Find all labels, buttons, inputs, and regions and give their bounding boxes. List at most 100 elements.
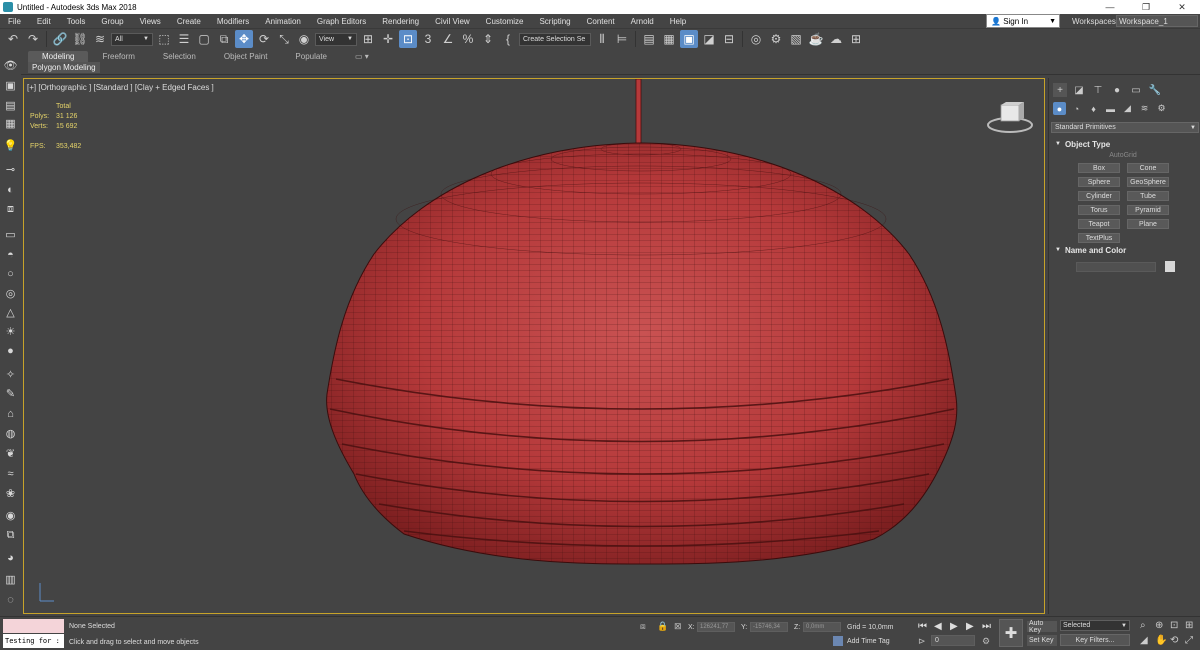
primitive-type-dropdown[interactable]: Standard Primitives ▼ xyxy=(1051,122,1199,133)
menu-create[interactable]: Create xyxy=(169,17,209,26)
maxscript-listener-input[interactable]: Testing for : xyxy=(3,634,64,648)
mirror-icon[interactable]: ⫴ xyxy=(593,30,611,48)
speaker-icon[interactable]: ◐ xyxy=(3,182,18,197)
select-by-name-icon[interactable]: ☰ xyxy=(175,30,193,48)
previous-frame-icon[interactable]: ◀ xyxy=(934,621,942,632)
layer-explorer-icon[interactable]: ▦ xyxy=(660,30,678,48)
curve-editor-icon[interactable]: ◪ xyxy=(700,30,718,48)
redo-icon[interactable]: ↷ xyxy=(24,30,42,48)
sun-icon[interactable]: ☀ xyxy=(3,324,18,339)
menu-content[interactable]: Content xyxy=(579,17,623,26)
tube-button[interactable]: Tube xyxy=(1127,191,1169,201)
box-button[interactable]: Box xyxy=(1078,163,1120,173)
zoom-extents-all-icon[interactable]: ⊞ xyxy=(1185,620,1193,631)
cameras-category-icon[interactable]: ▬ xyxy=(1104,102,1117,115)
absolute-mode-icon[interactable]: ⊠ xyxy=(674,621,682,632)
object-color-swatch[interactable] xyxy=(1165,261,1175,272)
textplus-button[interactable]: TextPlus xyxy=(1078,233,1120,243)
auto-key-button[interactable]: Auto Key xyxy=(1027,620,1057,634)
utilities-tab-icon[interactable]: 🔧 xyxy=(1148,83,1162,97)
named-selection-set-dropdown[interactable]: Create Selection Se xyxy=(519,32,591,46)
environment-sphere-icon[interactable]: ◉ xyxy=(3,508,18,523)
viewport-label[interactable]: [+] [Orthographic ] [Standard ] [Clay + … xyxy=(27,83,214,92)
document-icon[interactable]: ▤ xyxy=(3,98,18,113)
leaf-icon[interactable]: ❦ xyxy=(3,446,18,461)
shader-ball-icon[interactable]: ◕ xyxy=(3,550,18,565)
key-mode-icon[interactable]: ⊳ xyxy=(918,636,926,647)
angle-snap-icon[interactable]: ∠ xyxy=(439,30,457,48)
cloth-icon[interactable]: ≈ xyxy=(3,466,18,481)
rectangular-selection-icon[interactable]: ▢ xyxy=(195,30,213,48)
plane-button[interactable]: Plane xyxy=(1127,219,1169,229)
ribbon-tab-freeform[interactable]: Freeform xyxy=(88,51,148,62)
light-bulb-icon[interactable]: 💡 xyxy=(3,138,18,153)
hair-icon[interactable]: ❀ xyxy=(3,486,18,501)
create-tab-icon[interactable]: + xyxy=(1053,83,1067,97)
maximize-viewport-icon[interactable]: ⤢ xyxy=(1185,635,1193,646)
select-manipulate-icon[interactable]: ✛ xyxy=(379,30,397,48)
cone-button[interactable]: Cone xyxy=(1127,163,1169,173)
unlink-icon[interactable]: ⛓ xyxy=(71,30,89,48)
teapot-button[interactable]: Teapot xyxy=(1078,219,1120,229)
zoom-extents-icon[interactable]: ⊡ xyxy=(1170,620,1178,631)
workspace-select[interactable]: Workspace_1 xyxy=(1116,15,1198,27)
current-frame-field[interactable]: 0 xyxy=(931,635,975,646)
name-and-color-header[interactable]: ▼ Name and Color xyxy=(1051,244,1195,256)
grid-panel-icon[interactable]: ▦ xyxy=(3,116,18,131)
ribbon-options-icon[interactable]: ▭ ▾ xyxy=(341,51,383,62)
torus-button[interactable]: Torus xyxy=(1078,205,1120,215)
sphere-button[interactable]: Sphere xyxy=(1078,177,1120,187)
paint-icon[interactable]: ✎ xyxy=(3,386,18,401)
selection-lock-icon[interactable]: 🔒 xyxy=(657,621,668,632)
systems-category-icon[interactable]: ⚙ xyxy=(1155,102,1168,115)
menu-modifiers[interactable]: Modifiers xyxy=(209,17,257,26)
snaps-toggle-icon[interactable]: 3 xyxy=(419,30,437,48)
ribbon-tab-populate[interactable]: Populate xyxy=(281,51,341,62)
snapshot-icon[interactable]: ▣ xyxy=(3,78,18,93)
sign-in-dropdown[interactable]: 👤 Sign In ▼ xyxy=(986,14,1060,28)
menu-scripting[interactable]: Scripting xyxy=(531,17,578,26)
lights-category-icon[interactable]: ♦ xyxy=(1087,102,1100,115)
edit-named-selection-icon[interactable]: { xyxy=(499,30,517,48)
object-type-header[interactable]: ▼ Object Type xyxy=(1051,138,1195,150)
hierarchy-tab-icon[interactable]: ⊤ xyxy=(1091,83,1105,97)
zoom-all-icon[interactable]: ⊕ xyxy=(1155,620,1163,631)
menu-edit[interactable]: Edit xyxy=(29,17,59,26)
rendered-frame-window-icon[interactable]: ▧ xyxy=(787,30,805,48)
particles-icon[interactable]: ✧ xyxy=(3,367,18,382)
menu-customize[interactable]: Customize xyxy=(478,17,532,26)
list-icon[interactable]: ▥ xyxy=(3,572,18,587)
render-in-cloud-icon[interactable]: ☁ xyxy=(827,30,845,48)
hemisphere-icon[interactable]: ◓ xyxy=(3,247,18,262)
geometry-category-icon[interactable]: ● xyxy=(1053,102,1066,115)
percent-snap-icon[interactable]: % xyxy=(459,30,477,48)
menu-civil-view[interactable]: Civil View xyxy=(427,17,478,26)
ribbon-panel-title[interactable]: Polygon Modeling xyxy=(28,62,100,73)
menu-views[interactable]: Views xyxy=(132,17,169,26)
undo-icon[interactable]: ↶ xyxy=(4,30,22,48)
dome-model[interactable] xyxy=(24,79,1045,614)
next-frame-icon[interactable]: ▶ xyxy=(966,621,974,632)
scale-icon[interactable]: ⤡ xyxy=(275,30,293,48)
cone-icon[interactable]: △ xyxy=(3,305,18,320)
select-object-icon[interactable]: ⬚ xyxy=(155,30,173,48)
key-icon[interactable]: ⊸ xyxy=(3,162,18,177)
autogrid-checkbox[interactable]: AutoGrid xyxy=(1051,152,1195,159)
isolate-selection-icon[interactable]: ⧈ xyxy=(640,621,646,632)
align-icon[interactable]: ⊨ xyxy=(613,30,631,48)
z-coord-field[interactable]: 0,0mm xyxy=(803,622,841,632)
selection-filter-dropdown[interactable]: All ▼ xyxy=(111,32,153,46)
spinner-snap-icon[interactable]: ⇕ xyxy=(479,30,497,48)
ribbon-tab-selection[interactable]: Selection xyxy=(149,51,210,62)
helpers-category-icon[interactable]: ◢ xyxy=(1121,102,1134,115)
minimize-button[interactable]: — xyxy=(1092,0,1128,14)
pivot-center-icon[interactable]: ⊞ xyxy=(359,30,377,48)
set-keys-icon[interactable]: ✚ xyxy=(999,619,1023,647)
space-warps-category-icon[interactable]: ≋ xyxy=(1138,102,1151,115)
eye-icon[interactable]: 👁 xyxy=(3,58,18,73)
menu-tools[interactable]: Tools xyxy=(59,17,94,26)
menu-arnold[interactable]: Arnold xyxy=(623,17,662,26)
shapes-category-icon[interactable]: ◔ xyxy=(1070,102,1083,115)
pyramid-button[interactable]: Pyramid xyxy=(1127,205,1169,215)
menu-animation[interactable]: Animation xyxy=(257,17,309,26)
